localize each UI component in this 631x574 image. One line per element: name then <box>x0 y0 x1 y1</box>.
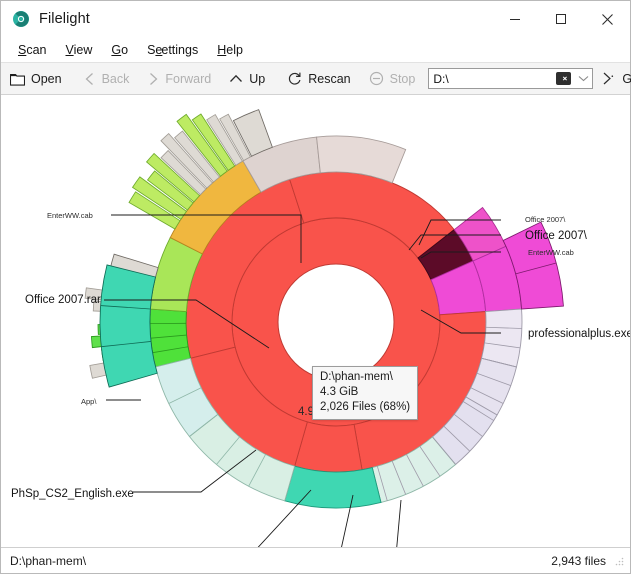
maximize-button[interactable] <box>538 1 584 37</box>
menu-settings[interactable]: Seettings <box>139 41 207 59</box>
status-file-count: 2,943 files <box>551 554 606 568</box>
go-label: Go <box>622 71 631 86</box>
go-arrow-icon <box>603 72 614 85</box>
status-path: D:\phan-mem\ <box>10 554 87 568</box>
menu-scan[interactable]: Scan <box>10 41 56 59</box>
window-title: Filelight <box>39 11 90 27</box>
clear-url-icon[interactable] <box>556 72 572 85</box>
chart-label-phsp-cs2: PhSp_CS2_English.exe <box>11 488 134 500</box>
menu-scan-rest: can <box>26 43 47 57</box>
chevron-right-icon <box>150 72 158 85</box>
up-label: Up <box>249 71 266 86</box>
segment-spoke-20[interactable] <box>99 264 158 388</box>
chart-label-enterww-cab-right: EnterWW.cab <box>528 248 574 257</box>
open-button[interactable]: Open <box>1 64 71 93</box>
menu-view[interactable]: View <box>58 41 102 59</box>
filelight-logo-icon <box>13 11 29 27</box>
open-label: Open <box>31 71 62 86</box>
menu-settings-rest: ettings <box>161 43 199 57</box>
minimize-button[interactable] <box>492 1 538 37</box>
chart-label-office-2007-a: Office 2007\ <box>525 215 566 224</box>
url-input[interactable] <box>429 69 557 88</box>
forward-button[interactable]: Forward <box>138 64 220 93</box>
segment-tooltip: D:\phan-mem\ 4.3 GiB 2,026 Files (68%) <box>312 366 419 420</box>
refresh-icon <box>289 72 301 85</box>
url-field-wrapper[interactable] <box>428 68 594 89</box>
stop-button[interactable]: Stop <box>360 64 425 93</box>
resize-grip-icon[interactable] <box>614 556 624 566</box>
ring1-outline-0 <box>277 263 395 381</box>
menu-bar: Scan View Go Seettings Help <box>1 38 630 62</box>
status-bar: D:\phan-mem\ 2,943 files <box>1 548 630 573</box>
toolbar: Open Back Forward Up Rescan Stop D:\ G <box>1 62 631 95</box>
back-button[interactable]: Back <box>75 64 139 93</box>
up-button[interactable]: Up <box>220 64 274 93</box>
chart-label-office-2007-rar: Office 2007.rar <box>25 294 101 306</box>
filelight-window: Filelight Scan View Go Seettings Help Op… <box>0 0 631 574</box>
chart-label-office-2007-b: Office 2007\ <box>525 230 587 242</box>
chevron-down-icon[interactable] <box>574 69 592 88</box>
stop-icon <box>369 71 383 86</box>
chart-label-app-folder: App\ <box>81 397 97 406</box>
stop-label: Stop <box>389 71 416 86</box>
folder-icon <box>10 73 25 86</box>
tooltip-files: 2,026 Files (68%) <box>320 400 411 413</box>
menu-go-rest: o <box>121 43 129 57</box>
tooltip-path: D:\phan-mem\ <box>320 371 393 383</box>
status-right: 2,943 files <box>551 554 624 568</box>
title-bar: Filelight <box>1 1 630 38</box>
forward-label: Forward <box>165 71 212 86</box>
rescan-label: Rescan <box>308 71 351 86</box>
segment-ring3-12[interactable] <box>284 465 382 509</box>
menu-view-rest: iew <box>73 43 93 57</box>
chart-label-enterww-cab-left: EnterWW.cab <box>47 211 93 220</box>
tooltip-size: 4.3 GiB <box>320 385 359 398</box>
window-controls <box>492 1 630 37</box>
back-label: Back <box>101 71 130 86</box>
menu-help-rest: elp <box>226 43 243 57</box>
rescan-button[interactable]: Rescan <box>278 64 359 93</box>
close-button[interactable] <box>584 1 630 37</box>
go-button[interactable]: Go <box>597 64 631 93</box>
chevron-up-icon <box>230 74 243 82</box>
sunburst-chart[interactable] <box>1 95 630 548</box>
segment-ring3-8[interactable] <box>480 308 523 368</box>
menu-help[interactable]: Help <box>209 41 252 59</box>
radial-map-canvas[interactable]: Quantrimang 4.9 GiB D:\phan-mem\ 4.3 GiB… <box>1 95 630 548</box>
chart-label-professionalplus: professionalplus.exe <box>528 328 630 340</box>
menu-go[interactable]: Go <box>103 41 137 59</box>
chevron-left-icon <box>85 72 93 85</box>
